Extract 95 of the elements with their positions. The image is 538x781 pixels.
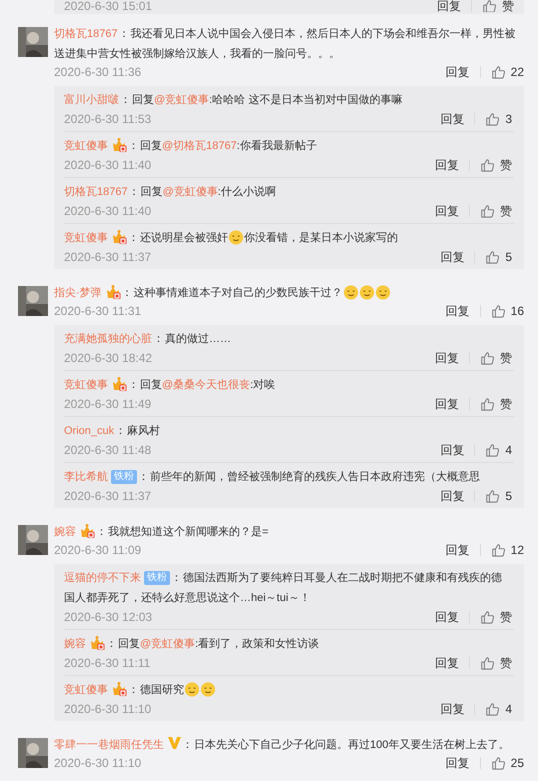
vip-badge-icon [89,635,105,650]
like-button[interactable]: 4 [485,700,512,718]
thumbs-up-icon [482,0,496,12]
comment-text: 竞虹傻事 ：回复@桑桑今天也很丧:对唉 [64,375,512,395]
comment-time: 2020-6-30 18:42 [64,350,152,367]
thumbs-up-icon [480,351,494,365]
fan-badge: 铁粉 [144,571,170,585]
like-button[interactable]: 25 [490,754,524,772]
reply-link[interactable]: 回复 [440,441,464,459]
reply-link[interactable]: 回复 [435,608,459,626]
comment-time: 2020-6-30 11:40 [64,157,152,174]
like-button[interactable]: 16 [490,302,524,320]
reply-link[interactable]: 回复 [435,395,459,413]
comment-time: 2020-6-30 11:11 [64,655,150,672]
thumbs-up-icon [480,158,494,172]
verified-badge-icon [168,737,181,749]
comment-text: 切格瓦18767：我还看见日本人说中国会入侵日本，然后日本人的下场会和维吾尔一样，男性被送进集中营女性被强制嫁给汉族人，我看的一脸问号。。。 [54,26,517,62]
fan-badge: 铁粉 [111,470,137,484]
like-button[interactable]: 22 [490,63,524,81]
reply-link[interactable]: 回复 [446,302,470,320]
comment-time: 2020-6-30 11:48 [64,442,152,459]
reply-link[interactable]: 回复 [435,156,459,174]
thumbs-up-icon [490,65,505,79]
reply-link[interactable]: 回复 [435,202,459,220]
vip-badge-icon [111,376,127,391]
comment-time: 2020-6-30 11:36 [54,64,142,81]
comment-time: 2020-6-30 11:10 [64,701,152,718]
comment-text: 竞虹傻事 ：还说明星会被强奸 你没看错，是某日本小说家写的 [64,228,512,248]
vip-badge-icon [104,284,121,299]
emoji-icon [228,229,244,245]
reply-link[interactable]: 回复 [440,700,464,718]
like-button[interactable]: 赞 [480,202,512,220]
like-button[interactable]: 赞 [480,608,512,626]
like-button[interactable]: 4 [485,441,512,459]
comment-time: 2020-6-30 12:03 [64,609,152,626]
thumbs-up-icon [480,656,494,670]
reply-link[interactable]: 回复 [440,110,464,128]
emoji-icon [358,284,375,300]
comment-time: 2020-6-30 11:10 [54,755,142,772]
comment-time: 2020-6-30 11:53 [64,111,152,128]
comment-text: 李比希航 铁粉 ：前些年的新闻，曾经被强制绝育的残疾人告日本政府违宪（大概意思 [64,469,481,486]
like-button[interactable]: 5 [485,248,512,266]
vip-badge-icon [111,229,127,244]
thumbs-up-icon [480,610,494,624]
thumbs-up-icon [485,489,500,503]
comment-text: 指尖·梦弹 ：这种事情难道本子对自己的少数民族干过？ [54,283,524,303]
comment-text: 婉容 ：我就想知道这个新闻哪来的？是= [54,522,524,542]
like-button[interactable]: 赞 [480,654,512,672]
thumbs-up-icon [490,304,505,318]
reply-link[interactable]: 回复 [446,63,470,81]
like-button[interactable]: 3 [485,110,512,128]
thumbs-up-icon [485,250,500,264]
comment-text: 富川小甜啵：回复@竞虹傻事:哈哈哈 这不是日本当初对中国做的事嘛 [64,92,404,108]
comment-text: 竞虹傻事 ：回复@切格瓦18767:你看我最新帖子 [64,136,512,156]
like-button[interactable]: 赞 [480,395,512,413]
comment-time: 2020-6-30 11:49 [64,396,152,413]
comment-time: 2020-6-30 11:37 [64,488,152,505]
like-button[interactable]: 12 [490,541,524,559]
emoji-icon [184,681,200,697]
thumbs-up-icon [485,702,500,716]
reply-link[interactable]: 回复 [446,754,470,772]
comment-time: 2020-6-30 11:37 [64,249,152,266]
comment-time: 2020-6-30 11:31 [54,303,142,320]
reply-link[interactable]: 回复 [440,248,464,266]
reply-link[interactable]: 回复 [437,0,461,12]
thumbs-up-icon [485,443,500,457]
vip-badge-icon [111,137,127,152]
like-button[interactable]: 赞 [480,349,512,367]
thumbs-up-icon [480,397,494,411]
comment-time: 2020-6-30 15:01 [64,0,152,12]
comment-time: 2020-6-30 11:09 [54,542,142,559]
emoji-icon [374,284,391,300]
comment-text: 充满她孤独的心脏：真的做过…… [64,332,232,347]
like-button[interactable]: 赞 [482,0,514,12]
thumbs-up-icon [485,112,500,126]
emoji-icon [200,681,216,697]
comment-text: 竞虹傻事 ：德国研究 [64,680,512,700]
comment-text: 切格瓦18767：回复@竞虹傻事:什么小说啊 [64,184,277,200]
comment-text: Orion_cuk：麻风村 [64,424,162,439]
reply-link[interactable]: 回复 [440,487,464,505]
thumbs-up-icon [490,543,505,557]
thumbs-up-icon [480,204,494,218]
reply-link[interactable]: 回复 [435,654,459,672]
like-button[interactable]: 赞 [480,156,512,174]
comment-text: 婉容 ：回复@竞虹傻事:看到了，政策和女性访谈 [64,634,512,654]
reply-link[interactable]: 回复 [446,541,470,559]
vip-badge-icon [79,523,95,538]
like-button[interactable]: 5 [485,487,512,505]
comment-text: 零肆一一巷烟雨任凭生 ：日本先关心下自己少子化问题。再过100年又要生活在树上去了。 [54,736,510,753]
comment-time: 2020-6-30 11:40 [64,203,152,220]
vip-badge-icon [111,681,127,696]
reply-link[interactable]: 回复 [435,349,459,367]
emoji-icon [342,284,359,300]
thumbs-up-icon [490,756,505,770]
comment-text: 逗猫的停不下来 铁粉 ：德国法西斯为了要纯粹日耳曼人在二战时期把不健康和有残疾的德国人都弄死了，还特么好意思说这个…hei～tui～！ [64,570,503,606]
